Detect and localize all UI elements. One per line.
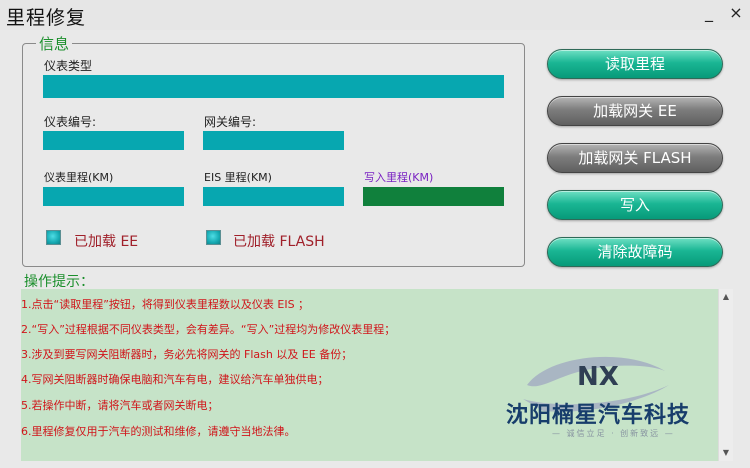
load-gateway-flash-button[interactable]: 加载网关 FLASH [547, 143, 723, 173]
info-legend: 信息 [36, 33, 73, 54]
clear-faults-button[interactable]: 清除故障码 [547, 237, 723, 267]
hint-line: 4.写网关阻断器时确保电脑和汽车有电，建议给汽车单独供电； [21, 373, 329, 386]
hint-line: 5.若操作中断，请将汽车或者网关断电； [21, 399, 219, 412]
meter-mileage-field [43, 187, 184, 206]
loaded-ee-indicator-icon [46, 230, 61, 245]
window-title: 里程修复 [6, 7, 87, 29]
scroll-down-arrow-icon[interactable]: ▼ [719, 446, 733, 460]
scroll-up-arrow-icon[interactable]: ▲ [719, 290, 733, 304]
close-button[interactable]: × [728, 4, 744, 22]
hint-line: 1.点击“读取里程”按钮，将得到仪表里程数以及仪表 EIS ； [21, 298, 310, 311]
load-gateway-ee-button[interactable]: 加载网关 EE [547, 96, 723, 126]
write-mileage-label: 写入里程(KM) [364, 171, 434, 184]
hint-line: 3.涉及到要写网关阻断器时，务必先将网关的 Flash 以及 EE 备份； [21, 348, 353, 361]
meter-type-field [43, 75, 504, 98]
hints-scrollbar[interactable]: ▲ ▼ [718, 289, 733, 461]
meter-no-field [43, 131, 184, 150]
watermark-slogan: — 诚信立足 · 创新致远 — [552, 429, 675, 438]
hint-line: 2.“写入”过程根据不同仪表类型，会有差异。“写入”过程均为修改仪表里程； [21, 323, 396, 336]
loaded-flash-label: 已加载 FLASH [233, 234, 325, 250]
loaded-flash-indicator-icon [206, 230, 221, 245]
eis-mileage-label: EIS 里程(KM) [204, 171, 272, 184]
hint-line: 6.里程修复仅用于汽车的测试和维修，请遵守当地法律。 [21, 425, 296, 438]
meter-no-label: 仪表编号: [44, 115, 97, 129]
read-mileage-button[interactable]: 读取里程 [547, 49, 723, 79]
meter-mileage-label: 仪表里程(KM) [44, 171, 114, 184]
watermark-company-name: 沈阳楠星汽车科技 [506, 403, 691, 428]
title-bar: 里程修复 _ × [0, 0, 750, 30]
meter-type-label: 仪表类型 [44, 59, 93, 73]
write-mileage-input[interactable] [363, 187, 504, 206]
hints-title: 操作提示： [24, 274, 94, 290]
gateway-no-field [203, 131, 344, 150]
svg-text:NX: NX [577, 362, 619, 392]
write-button[interactable]: 写入 [547, 190, 723, 220]
loaded-ee-label: 已加载 EE [74, 234, 139, 250]
eis-mileage-field [203, 187, 344, 206]
minimize-button[interactable]: _ [701, 4, 717, 22]
gateway-no-label: 网关编号: [204, 115, 257, 129]
